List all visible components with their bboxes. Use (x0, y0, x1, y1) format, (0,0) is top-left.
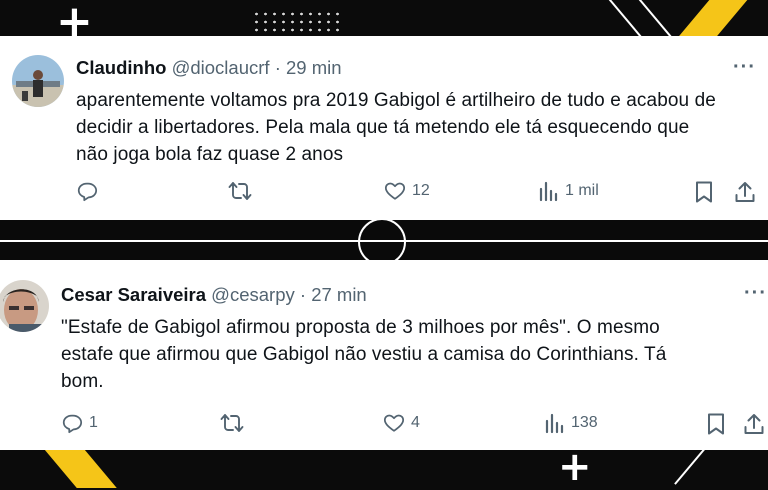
views-count: 138 (571, 414, 598, 431)
separator: · (274, 57, 281, 78)
like-button[interactable]: 12 (384, 180, 430, 202)
like-icon (383, 414, 405, 432)
reply-button[interactable] (76, 180, 104, 202)
retweet-button[interactable] (228, 180, 258, 202)
tweet-header: Claudinho @dioclaucrf · 29 min (76, 56, 342, 80)
retweet-icon (228, 182, 252, 200)
reply-icon (77, 182, 98, 202)
like-button[interactable]: 4 (383, 412, 420, 434)
avatar[interactable] (0, 280, 49, 332)
plus-mark-bottom: + (558, 444, 592, 490)
like-icon (384, 182, 406, 200)
views-count: 1 mil (565, 182, 599, 199)
tweet-text-line: estafe que afirmou que Gabigol não vesti… (61, 344, 667, 365)
tweet-text-line: aparentemente voltamos pra 2019 Gabigol … (76, 90, 716, 111)
bookmark-button[interactable] (694, 180, 714, 204)
tweet-text-line: decidir a libertadores. Pela mala que tá… (76, 117, 690, 138)
share-button[interactable] (743, 412, 765, 436)
views-button[interactable]: 1 mil (539, 180, 599, 202)
retweet-icon (220, 414, 244, 432)
tweet-card[interactable]: Cesar Saraiveira @cesarpy · 27 min ··· "… (0, 260, 768, 450)
tweet-text-line: não joga bola faz quase 2 anos (76, 144, 344, 165)
share-icon (735, 182, 755, 202)
author-name[interactable]: Cesar Saraiveira (61, 284, 206, 305)
views-icon (545, 413, 564, 434)
reply-button[interactable]: 1 (61, 412, 98, 434)
bookmark-button[interactable] (706, 412, 726, 436)
more-options-icon[interactable]: ··· (733, 56, 756, 79)
more-options-icon[interactable]: ··· (744, 282, 767, 305)
reply-icon (62, 414, 83, 434)
midfield-divider (0, 218, 768, 266)
reply-count: 1 (89, 414, 98, 431)
tweet-header: Cesar Saraiveira @cesarpy · 27 min (61, 283, 367, 307)
timestamp[interactable]: 27 min (311, 284, 367, 305)
yellow-stripe-bottom-left (43, 448, 117, 488)
author-handle[interactable]: @cesarpy (211, 284, 295, 305)
bookmark-icon (708, 413, 724, 435)
author-handle[interactable]: @dioclaucrf (172, 57, 270, 78)
avatar[interactable] (12, 55, 64, 107)
center-circle (358, 218, 406, 266)
separator: · (299, 284, 307, 305)
retweet-button[interactable] (220, 412, 250, 434)
tweet-text: "Estafe de Gabigol afirmou proposta de 3… (61, 314, 751, 395)
share-icon (744, 414, 764, 434)
dot-pattern-top (252, 10, 342, 32)
bookmark-icon (696, 181, 712, 203)
like-count: 12 (412, 182, 430, 199)
diagonal-line-bottom-right (674, 445, 708, 485)
timestamp[interactable]: 29 min (286, 57, 342, 78)
views-button[interactable]: 138 (545, 412, 598, 434)
tweet-text-line: "Estafe de Gabigol afirmou proposta de 3… (61, 317, 660, 338)
views-icon (539, 181, 558, 202)
tweet-text: aparentemente voltamos pra 2019 Gabigol … (76, 87, 756, 168)
share-button[interactable] (734, 180, 756, 204)
tweet-text-line: bom. (61, 371, 104, 392)
tweet-card[interactable]: Claudinho @dioclaucrf · 29 min ··· apare… (0, 36, 768, 220)
author-name[interactable]: Claudinho (76, 57, 166, 78)
like-count: 4 (411, 414, 420, 431)
